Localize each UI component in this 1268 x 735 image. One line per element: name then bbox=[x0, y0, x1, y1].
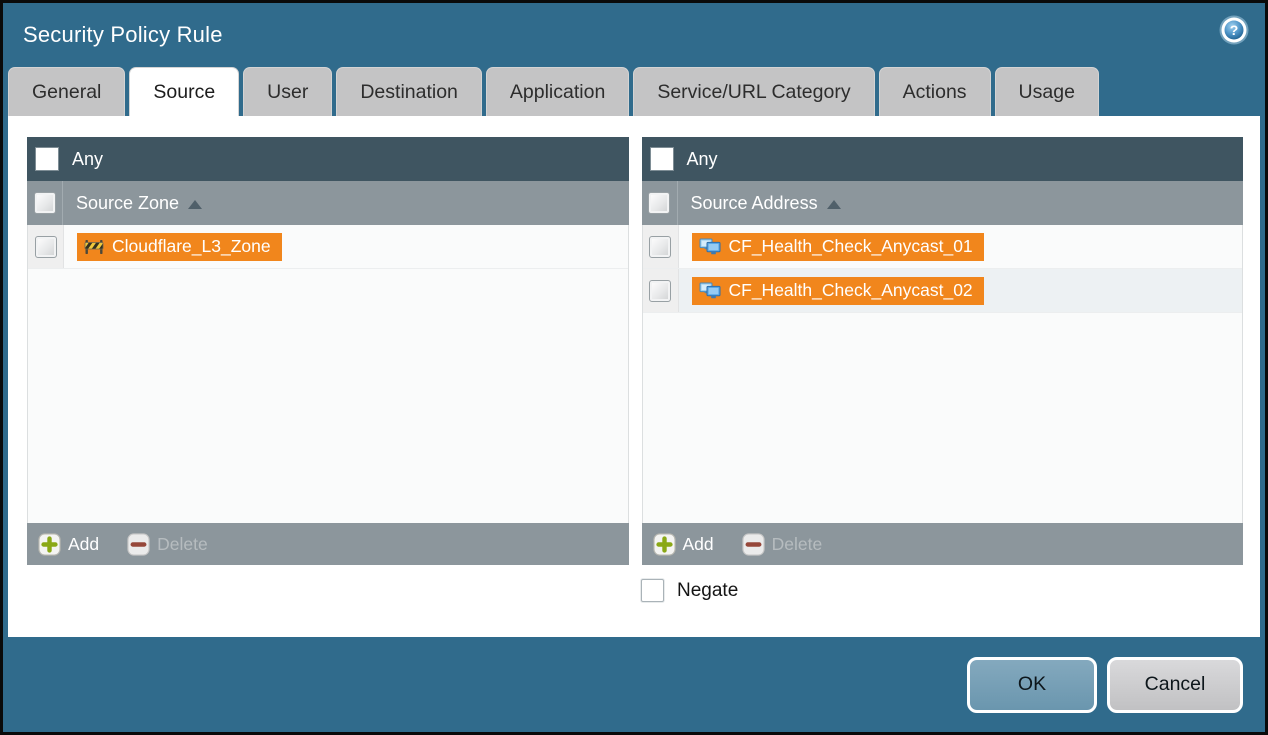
source-address-list: CF_Health_Check_Anycast_01 bbox=[642, 225, 1244, 523]
zone-barrier-icon bbox=[84, 239, 104, 255]
add-button[interactable]: Add bbox=[653, 533, 714, 556]
source-zone-footer: Add Delete bbox=[27, 523, 629, 565]
dialog-footer: OK Cancel bbox=[3, 637, 1265, 732]
table-row[interactable]: CF_Health_Check_Anycast_01 bbox=[643, 225, 1243, 269]
tab-application[interactable]: Application bbox=[486, 67, 629, 116]
table-row[interactable]: CF_Health_Check_Anycast_02 bbox=[643, 269, 1243, 313]
title-bar: Security Policy Rule ? bbox=[3, 3, 1265, 67]
tab-user[interactable]: User bbox=[243, 67, 332, 116]
source-address-column-header[interactable]: Source Address bbox=[642, 181, 1244, 225]
tab-general[interactable]: General bbox=[8, 67, 125, 116]
source-address-any-label: Any bbox=[687, 149, 718, 170]
sort-ascending-icon bbox=[188, 200, 202, 209]
tab-destination[interactable]: Destination bbox=[336, 67, 482, 116]
address-tag-label: CF_Health_Check_Anycast_02 bbox=[729, 280, 973, 301]
add-button-label: Add bbox=[683, 534, 714, 555]
zone-tag-label: Cloudflare_L3_Zone bbox=[112, 236, 271, 257]
svg-text:?: ? bbox=[1230, 22, 1239, 38]
source-address-column-label: Source Address bbox=[691, 193, 818, 214]
row-checkbox[interactable] bbox=[649, 236, 671, 258]
row-checkbox[interactable] bbox=[35, 236, 57, 258]
row-checkbox[interactable] bbox=[649, 280, 671, 302]
source-address-panel: Any Source Address bbox=[642, 137, 1244, 565]
negate-label: Negate bbox=[677, 580, 738, 602]
source-zone-column-header[interactable]: Source Zone bbox=[27, 181, 629, 225]
source-address-any-header: Any bbox=[642, 137, 1244, 181]
sort-ascending-icon bbox=[827, 200, 841, 209]
negate-checkbox[interactable] bbox=[641, 579, 664, 602]
cancel-button[interactable]: Cancel bbox=[1107, 657, 1243, 713]
source-zone-any-label: Any bbox=[72, 149, 103, 170]
delete-button-label: Delete bbox=[772, 534, 823, 555]
zone-tag[interactable]: Cloudflare_L3_Zone bbox=[77, 233, 282, 261]
tab-service-url-category[interactable]: Service/URL Category bbox=[633, 67, 874, 116]
negate-row: Negate bbox=[641, 579, 1260, 602]
source-tab-content: Any Source Zone bbox=[8, 116, 1260, 637]
address-tag[interactable]: CF_Health_Check_Anycast_01 bbox=[692, 233, 984, 261]
source-address-any-checkbox[interactable] bbox=[650, 147, 674, 171]
page-title: Security Policy Rule bbox=[23, 22, 223, 48]
tab-source[interactable]: Source bbox=[129, 67, 239, 116]
delete-button-label: Delete bbox=[157, 534, 208, 555]
tab-usage[interactable]: Usage bbox=[995, 67, 1099, 116]
add-button[interactable]: Add bbox=[38, 533, 99, 556]
address-tag-label: CF_Health_Check_Anycast_01 bbox=[729, 236, 973, 257]
source-zone-list: Cloudflare_L3_Zone bbox=[27, 225, 629, 523]
add-plus-icon bbox=[653, 533, 676, 556]
ok-button[interactable]: OK bbox=[967, 657, 1097, 713]
address-tag[interactable]: CF_Health_Check_Anycast_02 bbox=[692, 277, 984, 305]
add-button-label: Add bbox=[68, 534, 99, 555]
delete-button[interactable]: Delete bbox=[127, 533, 208, 556]
address-network-icon bbox=[699, 238, 721, 255]
source-address-footer: Add Delete bbox=[642, 523, 1244, 565]
source-zone-panel: Any Source Zone bbox=[27, 137, 629, 565]
source-address-select-all-checkbox[interactable] bbox=[648, 192, 670, 214]
help-icon[interactable]: ? bbox=[1218, 14, 1250, 46]
delete-minus-icon bbox=[742, 533, 765, 556]
add-plus-icon bbox=[38, 533, 61, 556]
source-zone-select-all-checkbox[interactable] bbox=[34, 192, 56, 214]
address-network-icon bbox=[699, 282, 721, 299]
source-zone-column-label: Source Zone bbox=[76, 193, 179, 214]
table-row[interactable]: Cloudflare_L3_Zone bbox=[28, 225, 628, 269]
security-policy-rule-dialog: Security Policy Rule ? General Source Us bbox=[0, 0, 1268, 735]
source-zone-any-checkbox[interactable] bbox=[35, 147, 59, 171]
tab-bar: General Source User Destination Applicat… bbox=[3, 67, 1265, 116]
delete-button[interactable]: Delete bbox=[742, 533, 823, 556]
delete-minus-icon bbox=[127, 533, 150, 556]
tab-actions[interactable]: Actions bbox=[879, 67, 991, 116]
source-zone-any-header: Any bbox=[27, 137, 629, 181]
